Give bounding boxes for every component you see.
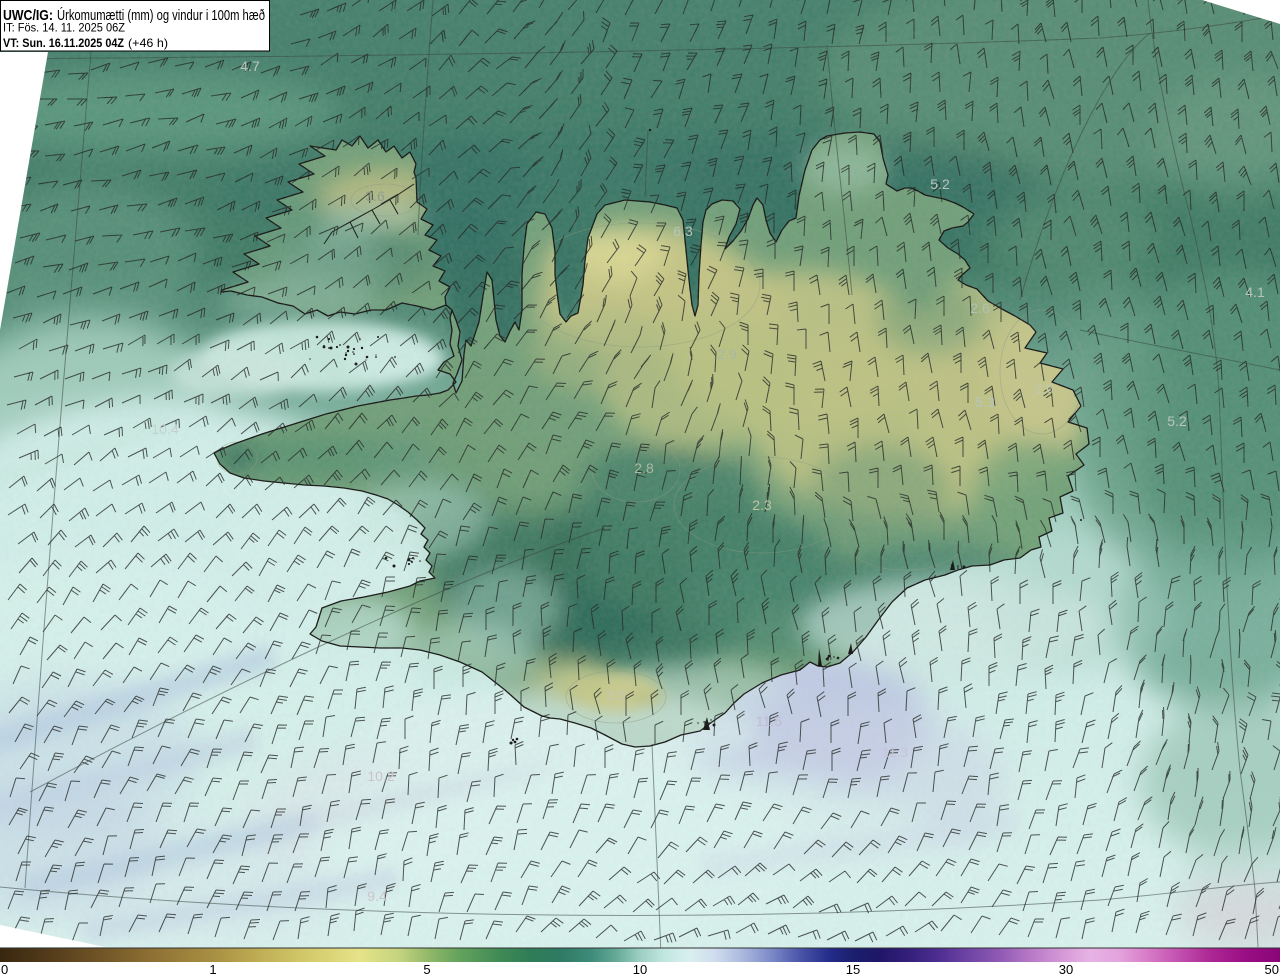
- svg-text:(+46 h): (+46 h): [128, 36, 168, 50]
- svg-text:50: 50: [1265, 962, 1279, 977]
- svg-text:0: 0: [1, 962, 8, 977]
- svg-text:5: 5: [423, 962, 430, 977]
- svg-text:1: 1: [209, 962, 216, 977]
- svg-text:15: 15: [846, 962, 860, 977]
- svg-text:10: 10: [633, 962, 647, 977]
- svg-text:VT: Sun. 16.11.2025 04Z: VT: Sun. 16.11.2025 04Z: [3, 36, 124, 50]
- svg-text:IT: Fös. 14. 11. 2025 06Z: IT: Fös. 14. 11. 2025 06Z: [3, 21, 125, 35]
- svg-text:30: 30: [1059, 962, 1073, 977]
